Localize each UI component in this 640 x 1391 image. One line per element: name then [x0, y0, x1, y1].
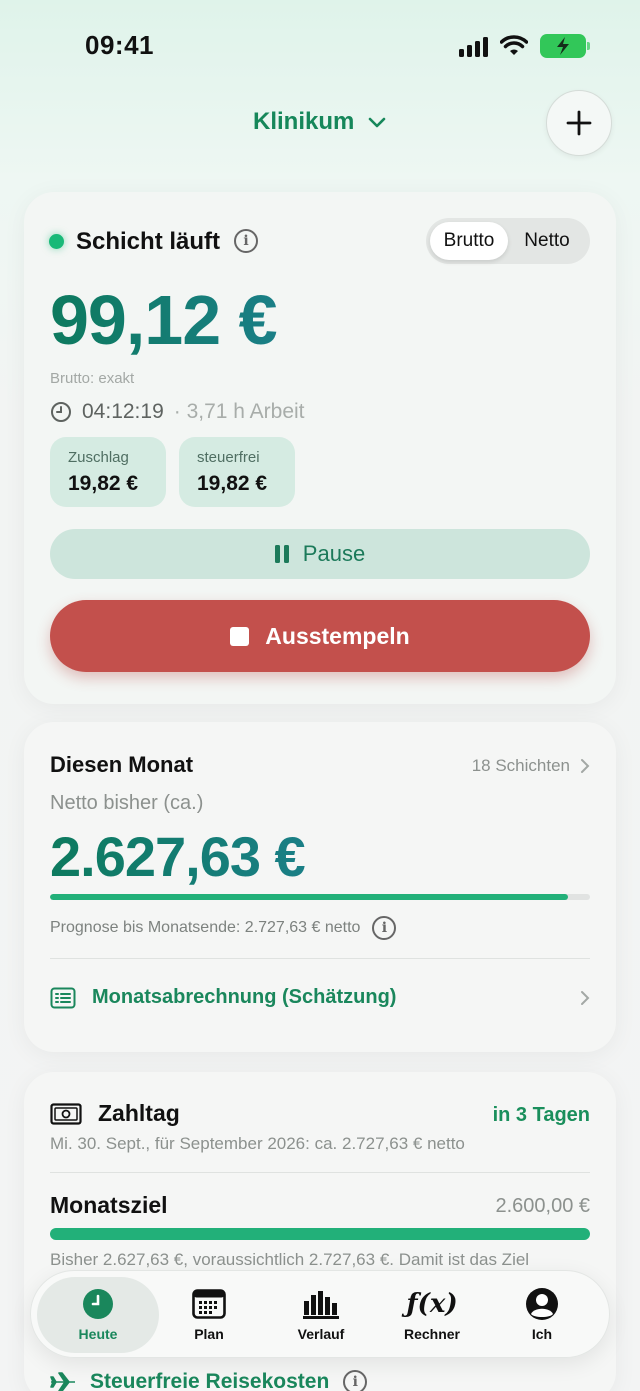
tab-label: Verlauf [297, 1326, 345, 1342]
signal-icon [459, 35, 488, 57]
tab-ich[interactable]: Ich [487, 1277, 597, 1353]
plus-icon [566, 110, 592, 136]
month-progress-fill [50, 894, 569, 900]
bar-chart-icon [303, 1291, 339, 1319]
chip-label: steuerfrei [197, 449, 260, 466]
shift-card: Schicht läuft i Brutto Netto 99,12 € Bru… [24, 192, 616, 704]
month-progress-bar [50, 894, 590, 900]
chip-zuschlag: Zuschlag 19,82 € [50, 437, 166, 507]
payday-title: Zahltag [98, 1100, 180, 1126]
chevron-right-icon [581, 759, 590, 773]
monthly-statement-label: Monatsabrechnung (Schätzung) [92, 986, 397, 1008]
toggle-brutto[interactable]: Brutto [430, 222, 508, 260]
tab-bar: Heute Plan Verlauf ƒ(x) Rechner Ich [30, 1270, 610, 1358]
work-hours: · 3,71 h Arbeit [173, 400, 305, 423]
tab-rechner[interactable]: ƒ(x) Rechner [377, 1277, 487, 1353]
battery-icon [540, 34, 590, 58]
wifi-icon [500, 35, 528, 55]
info-icon[interactable]: i [234, 229, 258, 253]
divider [50, 958, 590, 959]
running-indicator [49, 234, 64, 249]
elapsed-time: 04:12:19 [82, 400, 164, 423]
goal-progress-bar [50, 1228, 590, 1240]
payday-countdown: in 3 Tagen [492, 1104, 590, 1126]
chip-value: 19,82 € [68, 472, 139, 495]
tab-verlauf[interactable]: Verlauf [266, 1277, 376, 1353]
clock-icon [83, 1289, 113, 1319]
info-icon[interactable]: i [372, 916, 397, 940]
tab-label: Ich [531, 1326, 553, 1342]
goal-text: Bisher 2.627,63 €, voraussichtlich 2.727… [50, 1250, 530, 1269]
airplane-icon [50, 1372, 75, 1391]
chip-label: Zuschlag [68, 449, 129, 466]
month-card: Diesen Monat 18 Schichten Netto bisher (… [24, 722, 616, 1052]
chevron-right-icon [581, 990, 590, 1005]
month-amount: 2.627,63 € [50, 825, 306, 888]
shift-amount: 99,12 € [50, 281, 278, 359]
add-button[interactable] [546, 90, 612, 156]
brutto-netto-toggle[interactable]: Brutto Netto [426, 218, 590, 264]
tax-free-travel-label: Steuerfreie Reisekosten [90, 1370, 330, 1391]
tab-heute[interactable]: Heute [37, 1277, 159, 1353]
goal-title: Monatsziel [50, 1192, 168, 1218]
monthly-statement-link[interactable]: Monatsabrechnung (Schätzung) [50, 986, 590, 1009]
calendar-icon [192, 1289, 226, 1319]
goal-value: 2.600,00 € [495, 1195, 590, 1217]
banknote-icon [50, 1102, 82, 1125]
tab-label: Rechner [403, 1326, 461, 1342]
tab-label: Heute [78, 1326, 118, 1342]
status-time: 09:41 [85, 30, 154, 60]
shift-count-link[interactable]: 18 Schichten [472, 756, 590, 776]
clock-out-label: Ausstempeln [265, 622, 410, 649]
tax-free-travel-row[interactable]: Steuerfreie Reisekosten i [50, 1370, 368, 1391]
pause-button[interactable]: Pause [50, 529, 590, 579]
forecast-text: Prognose bis Monatsende: 2.727,63 € nett… [50, 919, 361, 936]
shift-title: Schicht läuft [76, 228, 221, 255]
status-icons [459, 34, 590, 58]
month-title: Diesen Monat [50, 752, 194, 777]
person-icon [526, 1288, 558, 1320]
location-label: Klinikum [252, 108, 355, 135]
amount-note: Brutto: exakt [50, 370, 135, 387]
chip-value: 19,82 € [197, 472, 268, 495]
month-subtitle: Netto bisher (ca.) [50, 792, 204, 814]
clock-icon [51, 402, 71, 422]
toggle-netto[interactable]: Netto [508, 222, 586, 260]
location-selector[interactable]: Klinikum [0, 108, 640, 136]
pause-label: Pause [302, 541, 366, 566]
tab-label: Plan [194, 1326, 224, 1342]
divider [50, 1172, 590, 1173]
document-list-icon [50, 987, 76, 1008]
pause-icon [274, 545, 289, 563]
payday-subtitle: Mi. 30. Sept., für September 2026: ca. 2… [50, 1134, 465, 1153]
stop-icon [230, 626, 250, 646]
clock-out-button[interactable]: Ausstempeln [50, 600, 590, 672]
function-icon: ƒ(x) [406, 1289, 458, 1319]
status-bar: 09:41 [0, 0, 640, 90]
shift-count: 18 Schichten [471, 756, 570, 775]
tab-plan[interactable]: Plan [154, 1277, 264, 1353]
chevron-down-icon [368, 117, 386, 127]
payday-title-row: Zahltag [50, 1100, 180, 1127]
elapsed-row: 04:12:19 · 3,71 h Arbeit [50, 400, 305, 424]
forecast-row: Prognose bis Monatsende: 2.727,63 € nett… [50, 916, 397, 940]
chip-steuerfrei: steuerfrei 19,82 € [179, 437, 295, 507]
info-icon[interactable]: i [343, 1370, 368, 1391]
